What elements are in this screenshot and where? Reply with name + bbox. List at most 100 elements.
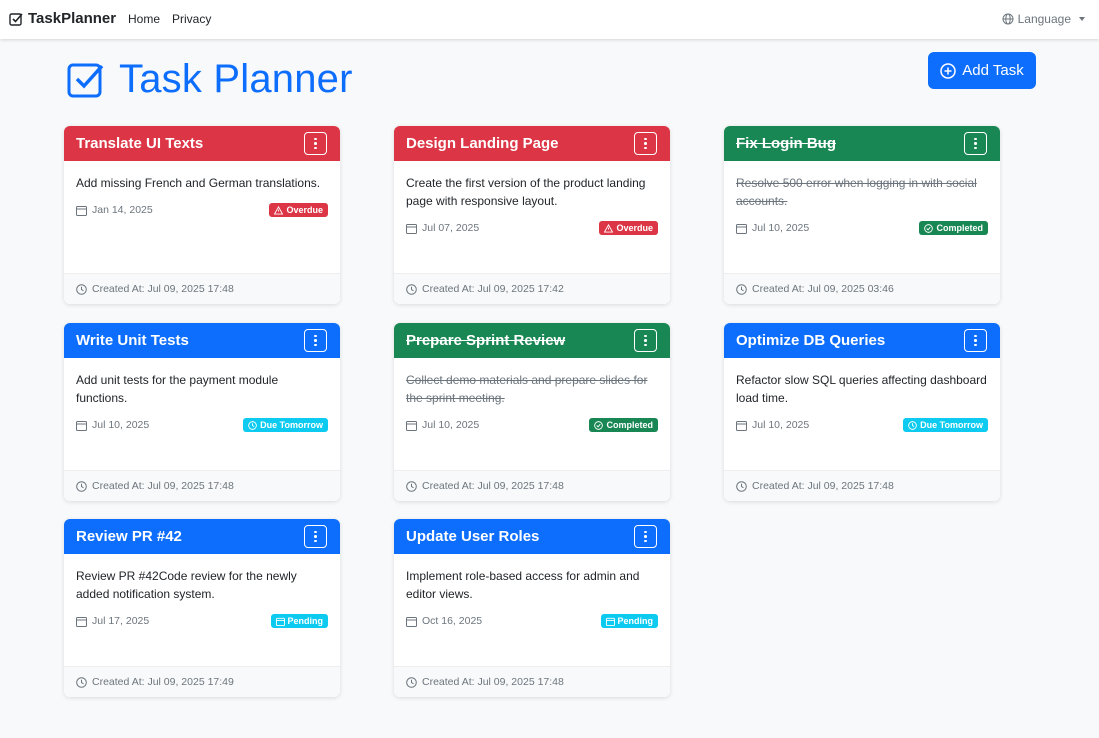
task-card-body: Add missing French and German translatio…: [64, 161, 340, 273]
clock-icon: [248, 420, 257, 430]
calendar-icon: [736, 223, 747, 234]
clock-icon: [76, 480, 87, 492]
task-created-at: Created At: Jul 09, 2025 17:48: [422, 676, 564, 688]
globe-icon: [1002, 13, 1014, 25]
task-card: Write Unit Tests Add unit tests for the p…: [64, 323, 340, 501]
task-card-footer: Created At: Jul 09, 2025 17:42: [394, 273, 670, 304]
calendar-icon: [76, 205, 87, 216]
calendar-icon: [406, 616, 417, 627]
task-menu-button[interactable]: [634, 132, 657, 155]
task-card-header: Optimize DB Queries: [724, 323, 1000, 358]
clock-icon: [406, 480, 417, 492]
brand[interactable]: TaskPlanner: [9, 10, 116, 27]
task-title: Review PR #42: [76, 528, 182, 545]
status-badge: Completed: [589, 418, 658, 432]
clock-icon: [406, 676, 417, 688]
task-card-body: Add unit tests for the payment module fu…: [64, 358, 340, 470]
nav-privacy-link[interactable]: Privacy: [172, 12, 211, 26]
task-title: Optimize DB Queries: [736, 332, 886, 349]
calendar-icon: [406, 223, 417, 234]
task-menu-button[interactable]: [634, 329, 657, 352]
task-menu-button[interactable]: [304, 525, 327, 548]
task-due-text: Jul 10, 2025: [92, 419, 150, 431]
task-card-body: Collect demo materials and prepare slide…: [394, 358, 670, 470]
task-menu-button[interactable]: [304, 132, 327, 155]
task-description: Collect demo materials and prepare slide…: [406, 373, 648, 405]
task-title: Update User Roles: [406, 528, 540, 545]
task-description: Implement role-based access for admin an…: [406, 569, 640, 601]
caret-down-icon: [1079, 17, 1085, 21]
task-card-footer: Created At: Jul 09, 2025 17:49: [64, 666, 340, 697]
task-meta: Jan 14, 2025 Overdue: [76, 203, 328, 217]
task-card-body: Create the first version of the product …: [394, 161, 670, 273]
clock-icon: [736, 480, 747, 492]
page-title: Task Planner: [67, 57, 353, 102]
task-due-text: Jul 10, 2025: [752, 419, 810, 431]
task-card-header: Design Landing Page: [394, 126, 670, 161]
task-menu-button[interactable]: [634, 525, 657, 548]
task-due-date: Oct 16, 2025: [406, 615, 482, 627]
task-card-body: Refactor slow SQL queries affecting dash…: [724, 358, 1000, 470]
task-card: Translate UI Texts Add missing French and…: [64, 126, 340, 304]
nav-home-link[interactable]: Home: [128, 12, 160, 26]
status-badge-label: Pending: [617, 616, 654, 626]
calendar-icon: [76, 616, 87, 627]
task-created-at: Created At: Jul 09, 2025 03:46: [752, 283, 894, 295]
task-created-at: Created At: Jul 09, 2025 17:48: [752, 480, 894, 492]
task-due-date: Jul 07, 2025: [406, 222, 479, 234]
task-due-text: Oct 16, 2025: [422, 615, 483, 627]
task-title: Fix Login Bug: [736, 135, 836, 152]
language-dropdown[interactable]: Language: [1002, 12, 1085, 26]
calendar-icon: [736, 420, 747, 431]
task-menu-button[interactable]: [964, 132, 987, 155]
task-card-body: Resolve 500 error when logging in with s…: [724, 161, 1000, 273]
status-badge-label: Due Tomorrow: [260, 420, 323, 430]
status-badge-label: Completed: [606, 420, 653, 430]
status-badge: Pending: [270, 614, 328, 628]
brand-label: TaskPlanner: [28, 10, 117, 27]
task-created-at: Created At: Jul 09, 2025 17:48: [92, 283, 234, 295]
task-meta: Jul 17, 2025 Pending: [76, 614, 328, 628]
status-badge: Overdue: [599, 221, 658, 235]
task-due-text: Jul 17, 2025: [92, 615, 150, 627]
task-created-at: Created At: Jul 09, 2025 17:48: [422, 480, 564, 492]
task-card-header: Review PR #42: [64, 519, 340, 554]
task-description: Resolve 500 error when logging in with s…: [736, 176, 977, 208]
task-description: Create the first version of the product …: [406, 176, 646, 208]
status-badge-label: Due Tomorrow: [920, 420, 983, 430]
task-card-footer: Created At: Jul 09, 2025 17:48: [724, 470, 1000, 501]
task-meta: Jul 10, 2025 Due Tomorrow: [736, 418, 988, 432]
calendar-icon: [275, 617, 285, 626]
navbar: TaskPlanner Home Privacy Language: [0, 0, 1099, 39]
status-badge: Overdue: [269, 203, 328, 217]
task-meta: Jul 10, 2025 Completed: [736, 221, 988, 235]
add-task-button[interactable]: Add Task: [928, 52, 1036, 89]
task-title: Design Landing Page: [406, 135, 559, 152]
status-badge-label: Completed: [936, 223, 983, 233]
check-circle-icon: [594, 420, 604, 430]
calendar-icon: [406, 420, 417, 431]
task-card: Prepare Sprint Review Collect demo materi…: [394, 323, 670, 501]
task-card-header: Prepare Sprint Review: [394, 323, 670, 358]
clock-icon: [736, 283, 747, 295]
task-meta: Jul 10, 2025 Due Tomorrow: [76, 418, 328, 432]
warning-icon: [274, 205, 284, 215]
task-due-date: Jul 10, 2025: [736, 419, 809, 431]
task-menu-button[interactable]: [304, 329, 327, 352]
task-due-date: Jul 17, 2025: [76, 615, 149, 627]
task-title: Write Unit Tests: [76, 332, 189, 349]
status-badge: Due Tomorrow: [243, 418, 328, 432]
task-menu-button[interactable]: [964, 329, 987, 352]
task-card-body: Implement role-based access for admin an…: [394, 554, 670, 666]
clock-icon: [908, 420, 917, 430]
task-due-date: Jul 10, 2025: [406, 419, 479, 431]
task-card-footer: Created At: Jul 09, 2025 17:48: [64, 273, 340, 304]
task-card: Design Landing Page Create the first vers…: [394, 126, 670, 304]
task-created-at: Created At: Jul 09, 2025 17:49: [92, 676, 234, 688]
task-meta: Jul 10, 2025 Completed: [406, 418, 658, 432]
add-task-label: Add Task: [962, 62, 1024, 79]
task-card-footer: Created At: Jul 09, 2025 03:46: [724, 273, 1000, 304]
status-badge-label: Pending: [287, 616, 324, 626]
task-description: Review PR #42Code review for the newly a…: [76, 569, 297, 601]
task-description: Add missing French and German translatio…: [76, 176, 321, 190]
